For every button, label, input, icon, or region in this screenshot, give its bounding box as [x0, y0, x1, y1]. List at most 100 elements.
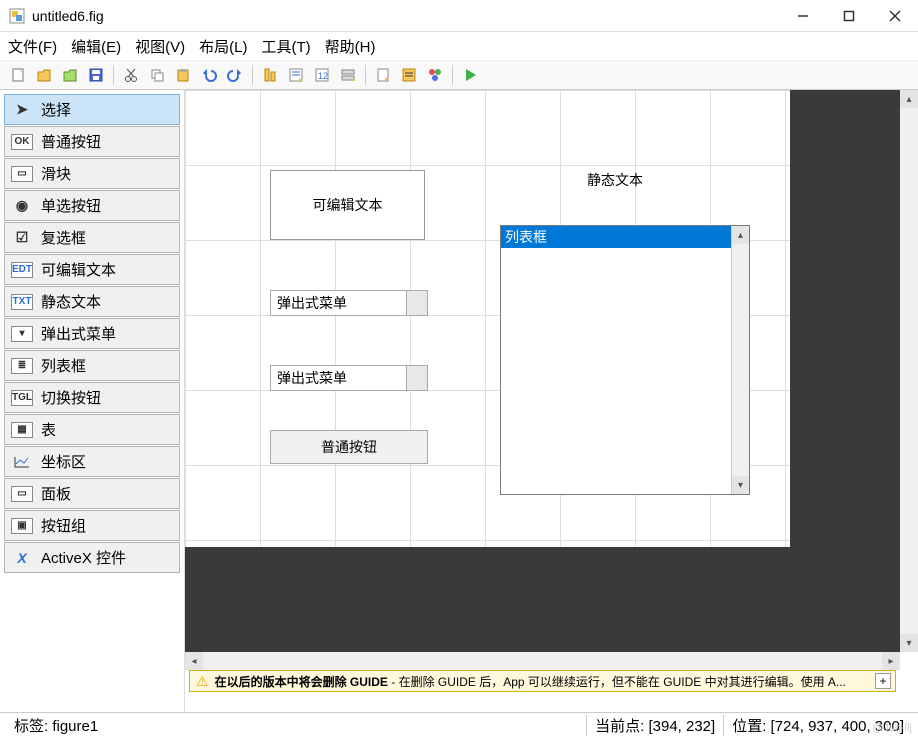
canvas-popup-1[interactable]: 弹出式菜单▾ [270, 290, 428, 316]
object-browser-button[interactable] [423, 63, 447, 87]
palette-label: 切换按钮 [41, 387, 101, 408]
menu-edit[interactable]: 编辑(E) [71, 36, 121, 57]
toggle-icon: TGL [11, 390, 33, 406]
menu-file[interactable]: 文件(F) [8, 36, 57, 57]
chevron-down-icon: ▾ [416, 373, 421, 384]
ok-icon: OK [11, 134, 33, 150]
toolbar-editor-button[interactable] [336, 63, 360, 87]
axes-icon [11, 454, 33, 470]
warning-icon: ⚠ [196, 673, 209, 690]
open2-button[interactable] [58, 63, 82, 87]
menu-help[interactable]: 帮助(H) [325, 36, 376, 57]
palette-listbox[interactable]: ≣列表框 [4, 350, 180, 381]
palette-label: 面板 [41, 483, 71, 504]
align-button[interactable] [258, 63, 282, 87]
activex-icon: X [11, 550, 33, 566]
tab-order-button[interactable]: 12 [310, 63, 334, 87]
menu-layout[interactable]: 布局(L) [199, 36, 247, 57]
buttongroup-icon: ▣ [11, 518, 33, 534]
warning-bold: 在以后的版本中将会删除 GUIDE [215, 675, 388, 689]
workspace: ➤选择 OK普通按钮 ▭滑块 ◉单选按钮 ☑复选框 EDT可编辑文本 TXT静态… [0, 90, 918, 712]
scroll-left-icon[interactable]: ◂ [185, 652, 203, 670]
canvas-static-text[interactable]: 静态文本 [545, 168, 685, 192]
palette-pushbutton[interactable]: OK 普通按钮 [4, 126, 180, 157]
expand-button[interactable]: + [875, 673, 891, 689]
palette-panel[interactable]: ▭面板 [4, 478, 180, 509]
status-current-point: 当前点: [394, 232] [586, 715, 723, 736]
scroll-up-icon[interactable]: ▴ [900, 90, 918, 108]
canvas-listbox[interactable]: 列表框 ▴ ▾ [500, 225, 750, 495]
redo-button[interactable] [223, 63, 247, 87]
canvas[interactable]: 可编辑文本 静态文本 弹出式菜单▾ 弹出式菜单▾ 普通按钮 列表框 ▴ ▾ [185, 90, 900, 652]
title-bar: untitled6.fig [0, 0, 918, 32]
save-button[interactable] [84, 63, 108, 87]
scroll-right-icon[interactable]: ▸ [882, 652, 900, 670]
warning-bar: ⚠ 在以后的版本中将会删除 GUIDE - 在删除 GUIDE 后，App 可以… [189, 670, 896, 692]
menu-tools[interactable]: 工具(T) [262, 36, 311, 57]
minimize-button[interactable] [780, 0, 826, 31]
palette-radio[interactable]: ◉ 单选按钮 [4, 190, 180, 221]
open-button[interactable] [32, 63, 56, 87]
menu-view[interactable]: 视图(V) [135, 36, 185, 57]
cursor-icon: ➤ [11, 102, 33, 118]
slider-icon: ▭ [11, 166, 33, 182]
listbox-scrollbar[interactable]: ▴ ▾ [731, 226, 749, 494]
mfile-editor-button[interactable] [371, 63, 395, 87]
palette-slider[interactable]: ▭滑块 [4, 158, 180, 189]
palette-popup[interactable]: ▾弹出式菜单 [4, 318, 180, 349]
copy-button[interactable] [145, 63, 169, 87]
svg-text:12: 12 [318, 71, 328, 81]
status-tag: 标签: figure1 [6, 715, 586, 736]
table-icon: ▦ [11, 422, 33, 438]
toolbar: 12 [0, 60, 918, 90]
vertical-scrollbar[interactable]: ▴▾ [900, 90, 918, 652]
close-button[interactable] [872, 0, 918, 31]
palette-label: 表 [41, 419, 56, 440]
palette-label: 普通按钮 [41, 131, 101, 152]
text-icon: TXT [11, 294, 33, 310]
palette-axes[interactable]: 坐标区 [4, 446, 180, 477]
checkbox-icon: ☑ [11, 230, 33, 246]
palette-table[interactable]: ▦表 [4, 414, 180, 445]
palette-label: 按钮组 [41, 515, 86, 536]
scroll-down-icon[interactable]: ▾ [900, 634, 918, 652]
palette-edit[interactable]: EDT 可编辑文本 [4, 254, 180, 285]
palette-label: ActiveX 控件 [41, 547, 126, 568]
scroll-down-icon[interactable]: ▾ [732, 476, 749, 494]
listbox-selected-item[interactable]: 列表框 [501, 226, 731, 248]
run-button[interactable] [458, 63, 482, 87]
scroll-up-icon[interactable]: ▴ [732, 226, 749, 244]
palette-select[interactable]: ➤ 选择 [4, 94, 180, 125]
menu-editor-button[interactable] [284, 63, 308, 87]
maximize-button[interactable] [826, 0, 872, 31]
property-inspector-button[interactable] [397, 63, 421, 87]
canvas-area: 可编辑文本 静态文本 弹出式菜单▾ 弹出式菜单▾ 普通按钮 列表框 ▴ ▾ ▴▾… [185, 90, 918, 712]
palette-label: 单选按钮 [41, 195, 101, 216]
new-button[interactable] [6, 63, 30, 87]
horizontal-scrollbar[interactable]: ◂▸ [185, 652, 900, 670]
undo-button[interactable] [197, 63, 221, 87]
chevron-down-icon: ▾ [416, 298, 421, 309]
canvas-pushbutton[interactable]: 普通按钮 [270, 430, 428, 464]
watermark: @Jun-llj [872, 722, 912, 734]
cut-button[interactable] [119, 63, 143, 87]
palette-buttongroup[interactable]: ▣ 按钮组 [4, 510, 180, 541]
palette-toggle[interactable]: TGL 切换按钮 [4, 382, 180, 413]
canvas-popup-2[interactable]: 弹出式菜单▾ [270, 365, 428, 391]
palette-text[interactable]: TXT静态文本 [4, 286, 180, 317]
canvas-edit-text[interactable]: 可编辑文本 [270, 170, 425, 240]
paste-button[interactable] [171, 63, 195, 87]
palette-label: 复选框 [41, 227, 86, 248]
menu-bar: 文件(F) 编辑(E) 视图(V) 布局(L) 工具(T) 帮助(H) [0, 32, 918, 60]
palette-checkbox[interactable]: ☑ 复选框 [4, 222, 180, 253]
warning-text: - 在删除 GUIDE 后，App 可以继续运行，但不能在 GUIDE 中对其进… [388, 675, 846, 689]
canvas-boundary-right [790, 90, 900, 592]
radio-icon: ◉ [11, 198, 33, 214]
edit-icon: EDT [11, 262, 33, 278]
component-palette: ➤ 选择 OK 普通按钮 ▭滑块 ◉ 单选按钮 ☑ 复选框 EDT 可编辑文本 TXT静态… [0, 90, 185, 712]
palette-label: 选择 [41, 99, 71, 120]
palette-activex[interactable]: X ActiveX 控件 [4, 542, 180, 573]
palette-label: 可编辑文本 [41, 259, 116, 280]
listbox-icon: ≣ [11, 358, 33, 374]
status-bar: 标签: figure1 当前点: [394, 232] 位置: [724, 93… [0, 712, 918, 738]
